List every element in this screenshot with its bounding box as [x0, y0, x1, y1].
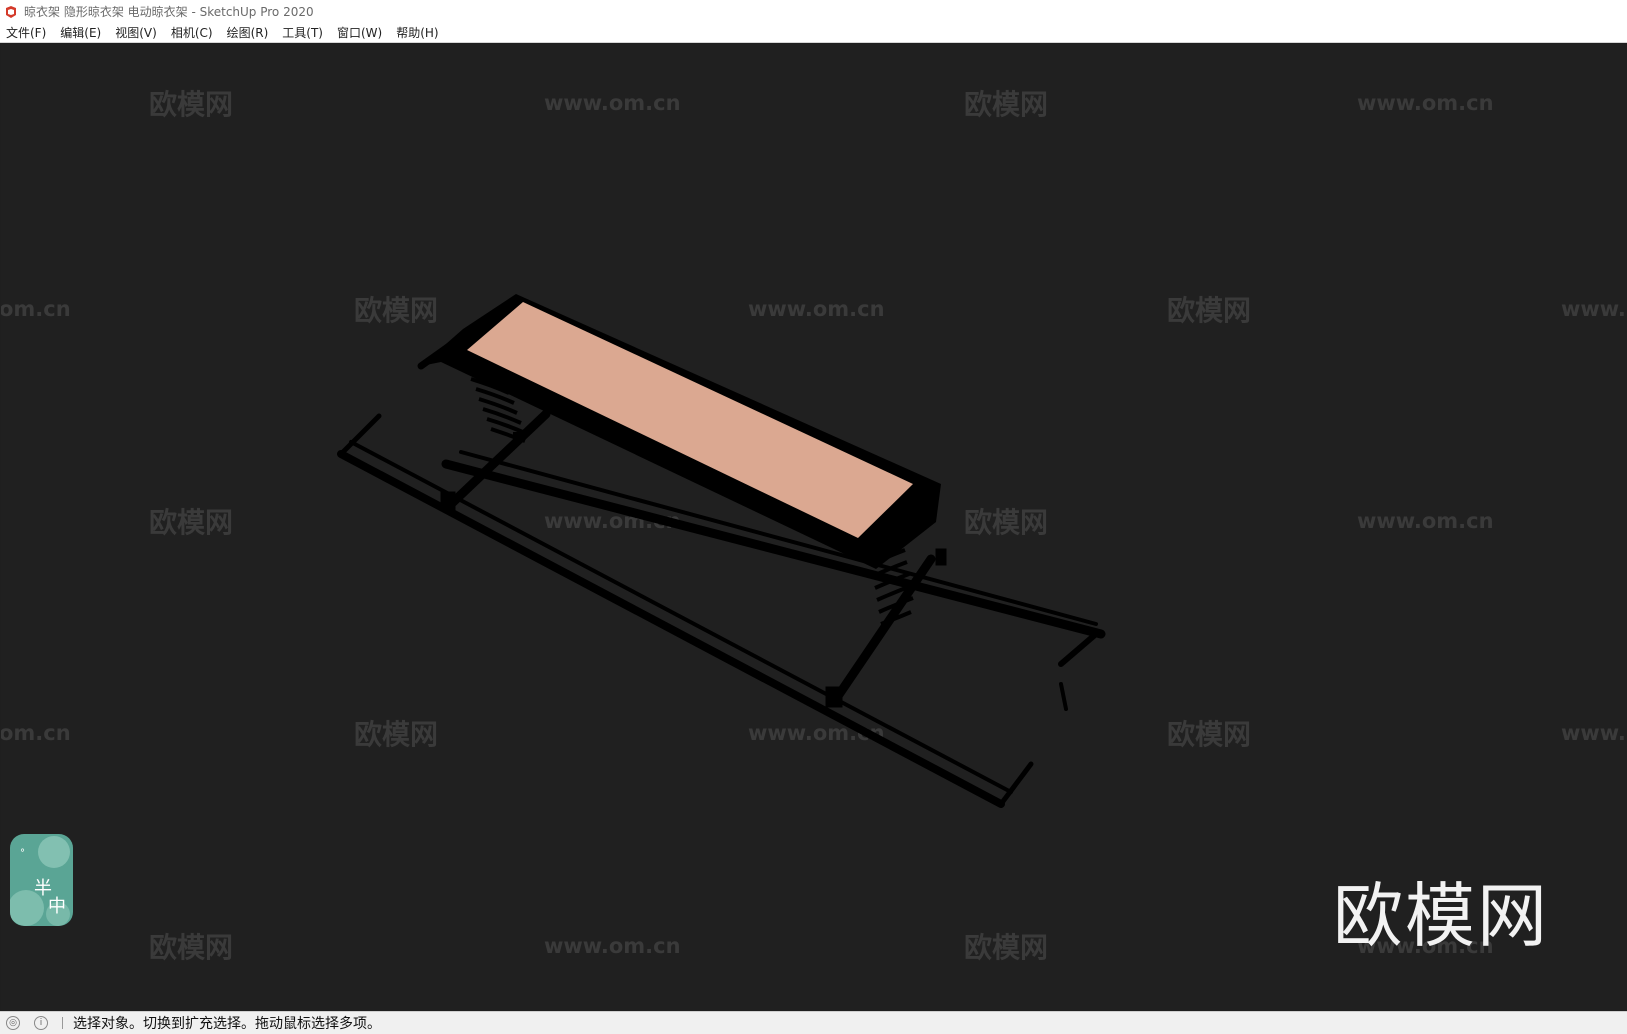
watermark-url: www.om.cn [544, 91, 681, 115]
window-title: 晾衣架 隐形晾衣架 电动晾衣架 - SketchUp Pro 2020 [24, 4, 314, 19]
watermark-url: www.om.cn [1357, 509, 1494, 533]
menu-draw[interactable]: 绘图(R) [227, 23, 269, 42]
watermark-brand: 欧模网 [354, 294, 438, 327]
watermark-url-partial: om.cn [1, 297, 71, 321]
sketchup-icon [4, 4, 18, 18]
menu-help[interactable]: 帮助(H) [396, 23, 438, 42]
watermark-brand: 欧模网 [149, 506, 233, 539]
watermark-url: www.om.cn [1357, 91, 1494, 115]
drying-rack-model[interactable] [337, 294, 1106, 808]
badge-char: 中 [48, 896, 66, 917]
menu-tools[interactable]: 工具(T) [282, 23, 323, 42]
badge-dots: ° [20, 848, 25, 859]
model-viewport[interactable]: 欧模网 www.om.cn 欧模网 www.om.cn om.cn 欧模网 ww… [1, 44, 1627, 1010]
watermark-brand: 欧模网 [964, 931, 1048, 964]
status-message: 选择对象。切换到扩充选择。拖动鼠标选择多项。 [73, 1016, 381, 1032]
watermark-brand: 欧模网 [149, 931, 233, 964]
menu-view[interactable]: 视图(V) [115, 23, 157, 42]
menu-file[interactable]: 文件(F) [6, 23, 46, 42]
geolocation-icon[interactable]: ◎ [6, 1016, 20, 1030]
watermark-url-partial: om.cn [1, 721, 71, 745]
watermark-url: www.om.cn [748, 297, 885, 321]
watermark-brand: 欧模网 [149, 88, 233, 121]
title-bar: 晾衣架 隐形晾衣架 电动晾衣架 - SketchUp Pro 2020 [0, 0, 1627, 22]
menu-bar: 文件(F) 编辑(E) 视图(V) 相机(C) 绘图(R) 工具(T) 窗口(W… [0, 22, 1627, 43]
watermark-url-partial-right: www. [1561, 721, 1626, 745]
info-icon[interactable]: i [34, 1016, 48, 1030]
menu-window[interactable]: 窗口(W) [337, 23, 382, 42]
watermark-brand: 欧模网 [354, 718, 438, 751]
status-bar: ◎ i 选择对象。切换到扩充选择。拖动鼠标选择多项。 [0, 1011, 1627, 1034]
watermark-brand: 欧模网 [964, 88, 1048, 121]
status-divider [62, 1017, 63, 1029]
watermark-brand: 欧模网 [1167, 294, 1251, 327]
avatar-badge[interactable]: ° 半 中 [10, 834, 73, 926]
menu-camera[interactable]: 相机(C) [171, 23, 213, 42]
brand-logo: 欧模网 [1333, 875, 1549, 957]
watermark-url: www.om.cn [544, 934, 681, 958]
menu-edit[interactable]: 编辑(E) [60, 23, 101, 42]
watermark-brand: 欧模网 [1167, 718, 1251, 751]
watermark-url-partial-right: www. [1561, 297, 1626, 321]
watermark-brand: 欧模网 [964, 506, 1048, 539]
